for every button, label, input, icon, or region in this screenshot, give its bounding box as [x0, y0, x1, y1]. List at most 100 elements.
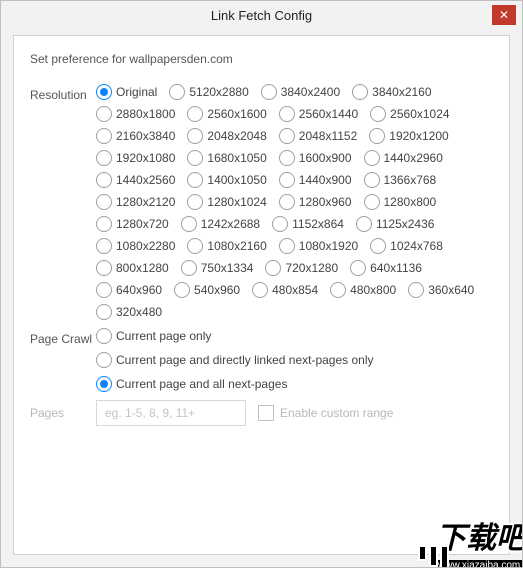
resolution-option[interactable]: 480x854 — [252, 282, 318, 298]
resolution-option-label: 1280x1024 — [207, 195, 266, 209]
pages-input[interactable] — [96, 400, 246, 426]
resolution-option-label: 1080x2160 — [207, 239, 266, 253]
radio-icon — [279, 238, 295, 254]
resolution-option-label: 1600x900 — [299, 151, 352, 165]
radio-icon — [252, 282, 268, 298]
resolution-option-label: 480x854 — [272, 283, 318, 297]
resolution-option-label: Original — [116, 85, 157, 99]
radio-icon — [364, 172, 380, 188]
radio-icon — [279, 150, 295, 166]
resolution-option[interactable]: 1366x768 — [364, 172, 437, 188]
resolution-option[interactable]: 1080x2280 — [96, 238, 175, 254]
resolution-option[interactable]: 1024x768 — [370, 238, 443, 254]
resolution-option-label: 2560x1024 — [390, 107, 449, 121]
enable-custom-range-checkbox[interactable] — [258, 405, 274, 421]
resolution-option[interactable]: 1440x2960 — [364, 150, 443, 166]
radio-icon — [96, 216, 112, 232]
resolution-option[interactable]: 1125x2436 — [356, 216, 435, 232]
radio-icon — [181, 216, 197, 232]
radio-icon — [96, 84, 112, 100]
resolution-option[interactable]: 2560x1440 — [279, 106, 358, 122]
radio-icon — [96, 172, 112, 188]
resolution-option[interactable]: Original — [96, 84, 157, 100]
resolution-option[interactable]: 1600x900 — [279, 150, 352, 166]
radio-icon — [330, 282, 346, 298]
resolution-option-label: 1920x1200 — [389, 129, 448, 143]
page-crawl-option-label: Current page and all next-pages — [116, 377, 287, 391]
resolution-option[interactable]: 320x480 — [96, 304, 162, 320]
resolution-option[interactable]: 1440x900 — [279, 172, 352, 188]
resolution-option[interactable]: 1080x2160 — [187, 238, 266, 254]
resolution-option-label: 800x1280 — [116, 261, 169, 275]
radio-icon — [279, 172, 295, 188]
resolution-option[interactable]: 2048x1152 — [279, 128, 358, 144]
resolution-option[interactable]: 2160x3840 — [96, 128, 175, 144]
page-crawl-label: Page Crawl — [30, 328, 96, 346]
resolution-option-label: 1680x1050 — [207, 151, 266, 165]
radio-icon — [279, 128, 295, 144]
resolution-option[interactable]: 1152x864 — [272, 216, 344, 232]
radio-icon — [369, 128, 385, 144]
resolution-option-label: 640x1136 — [370, 261, 422, 275]
resolution-option-label: 1280x2120 — [116, 195, 175, 209]
radio-icon — [364, 194, 380, 210]
radio-icon — [96, 328, 112, 344]
resolution-option[interactable]: 360x640 — [408, 282, 474, 298]
resolution-option-label: 1080x2280 — [116, 239, 175, 253]
resolution-option[interactable]: 640x1136 — [350, 260, 422, 276]
resolution-option[interactable]: 720x1280 — [265, 260, 338, 276]
resolution-option[interactable]: 1280x2120 — [96, 194, 175, 210]
resolution-option[interactable]: 5120x2880 — [169, 84, 248, 100]
resolution-option[interactable]: 750x1334 — [181, 260, 254, 276]
radio-icon — [364, 150, 380, 166]
resolution-option[interactable]: 2880x1800 — [96, 106, 175, 122]
page-crawl-option[interactable]: Current page only — [96, 328, 373, 344]
page-crawl-option[interactable]: Current page and directly linked next-pa… — [96, 352, 373, 368]
resolution-option[interactable]: 540x960 — [174, 282, 240, 298]
content-panel: Set preference for wallpapersden.com Res… — [13, 35, 510, 555]
radio-icon — [96, 194, 112, 210]
resolution-option-label: 540x960 — [194, 283, 240, 297]
radio-icon — [96, 238, 112, 254]
preference-text: Set preference for wallpapersden.com — [30, 52, 493, 66]
radio-icon — [350, 260, 366, 276]
resolution-option[interactable]: 1242x2688 — [181, 216, 260, 232]
resolution-option[interactable]: 2560x1600 — [187, 106, 266, 122]
dialog-window: Link Fetch Config ✕ Set preference for w… — [0, 0, 523, 568]
resolution-section: Resolution Original5120x28803840x2400384… — [30, 84, 493, 320]
radio-icon — [279, 194, 295, 210]
radio-icon — [265, 260, 281, 276]
resolution-option-label: 1280x800 — [384, 195, 437, 209]
resolution-option-label: 1080x1920 — [299, 239, 358, 253]
resolution-option-label: 360x640 — [428, 283, 474, 297]
resolution-option-label: 1400x1050 — [207, 173, 266, 187]
resolution-option[interactable]: 1400x1050 — [187, 172, 266, 188]
resolution-option[interactable]: 1440x2560 — [96, 172, 175, 188]
resolution-option[interactable]: 1280x1024 — [187, 194, 266, 210]
resolution-option[interactable]: 1080x1920 — [279, 238, 358, 254]
enable-custom-range-label: Enable custom range — [280, 406, 393, 420]
resolution-option[interactable]: 480x800 — [330, 282, 396, 298]
close-button[interactable]: ✕ — [492, 5, 516, 25]
resolution-option[interactable]: 1280x960 — [279, 194, 352, 210]
resolution-option[interactable]: 3840x2400 — [261, 84, 340, 100]
resolution-option[interactable]: 1920x1200 — [369, 128, 448, 144]
radio-icon — [96, 282, 112, 298]
resolution-option[interactable]: 2048x2048 — [187, 128, 266, 144]
resolution-option-label: 1125x2436 — [376, 217, 435, 231]
resolution-option[interactable]: 3840x2160 — [352, 84, 431, 100]
resolution-option[interactable]: 640x960 — [96, 282, 162, 298]
resolution-option-label: 3840x2160 — [372, 85, 431, 99]
resolution-option[interactable]: 800x1280 — [96, 260, 169, 276]
resolution-option[interactable]: 1680x1050 — [187, 150, 266, 166]
resolution-option[interactable]: 1280x800 — [364, 194, 437, 210]
radio-icon — [370, 106, 386, 122]
page-crawl-option[interactable]: Current page and all next-pages — [96, 376, 373, 392]
resolution-option[interactable]: 1280x720 — [96, 216, 169, 232]
radio-icon — [272, 216, 288, 232]
resolution-option-label: 2560x1440 — [299, 107, 358, 121]
resolution-option[interactable]: 2560x1024 — [370, 106, 449, 122]
resolution-option-label: 2048x1152 — [299, 129, 358, 143]
resolution-option-label: 5120x2880 — [189, 85, 248, 99]
resolution-option[interactable]: 1920x1080 — [96, 150, 175, 166]
